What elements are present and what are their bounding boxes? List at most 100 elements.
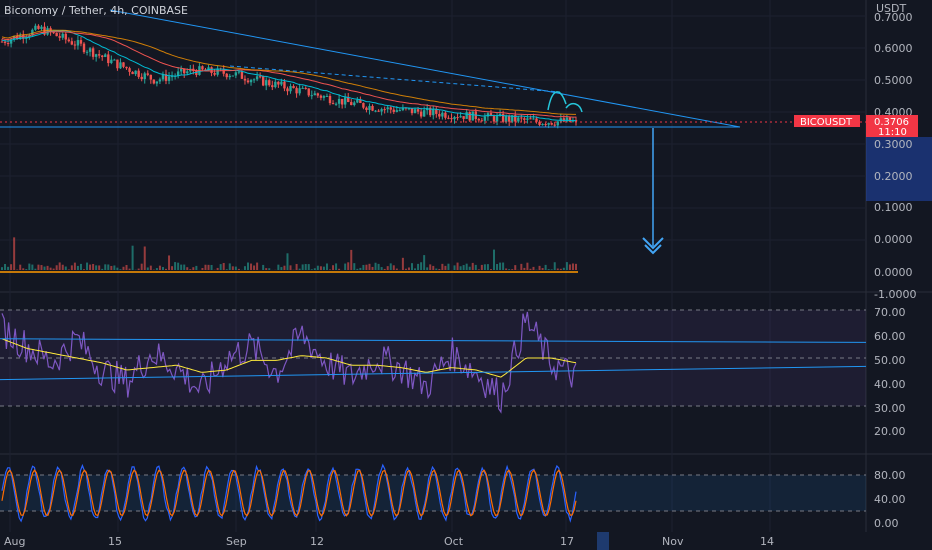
candle-body	[413, 109, 417, 114]
volume-bar	[7, 266, 10, 270]
volume-bar	[131, 245, 134, 270]
candle-body	[383, 109, 386, 111]
candle-body	[422, 110, 426, 117]
volume-bar	[359, 267, 362, 270]
candle-body	[125, 66, 128, 69]
chart-canvas[interactable]: Biconomy / Tether, 4h, COINBASE USDT 0.7…	[0, 0, 932, 550]
volume-bar	[344, 263, 347, 270]
volume-bar	[523, 267, 526, 270]
candle-body	[231, 75, 235, 77]
volume-bar	[404, 268, 407, 270]
candle-body	[246, 80, 250, 83]
volume-bar	[377, 263, 380, 270]
candle-body	[362, 102, 365, 108]
volume-bar	[483, 264, 486, 270]
candle-body	[73, 44, 77, 46]
volume-bar	[371, 266, 374, 270]
candle-body	[307, 88, 310, 96]
candle-body	[389, 107, 392, 110]
volume-bar	[298, 268, 301, 270]
volume-bar	[64, 266, 67, 270]
volume-bar	[556, 268, 559, 270]
volume-bar	[562, 267, 565, 270]
candle-body	[128, 68, 131, 72]
volume-bar	[313, 268, 316, 270]
candle-body	[450, 118, 453, 120]
volume-bar	[441, 263, 444, 270]
volume-bar	[67, 269, 70, 270]
volume-bar	[374, 262, 377, 270]
candle-body	[119, 62, 122, 69]
candle-body	[298, 88, 301, 94]
volume-bar	[52, 268, 55, 270]
candle-body	[340, 98, 344, 105]
candle-body	[131, 71, 134, 75]
volume-bar	[250, 263, 253, 270]
candle-body	[353, 102, 356, 106]
volume-bar	[13, 237, 16, 270]
volume-bar	[310, 269, 313, 270]
price-tick: 0.5000	[874, 74, 913, 87]
volume-bar	[532, 266, 535, 270]
volume-bar	[25, 269, 28, 270]
volume-bar	[438, 268, 441, 270]
volume-bar	[104, 264, 107, 270]
volume-bar	[168, 255, 171, 270]
rsi-tick: 40.00	[874, 378, 906, 391]
volume-bar	[480, 264, 483, 270]
candle-body	[365, 107, 368, 111]
volume-bar	[146, 267, 149, 270]
volume-bar	[174, 262, 177, 270]
candle-body	[523, 118, 526, 120]
candle-body	[101, 55, 104, 57]
volume-bar	[10, 264, 13, 270]
volume-bar	[538, 265, 541, 270]
volume-bar	[28, 263, 31, 270]
rsi-tick: 30.00	[874, 402, 906, 415]
volume-bar	[280, 267, 283, 270]
candle-body	[535, 118, 538, 122]
volume-bar	[541, 268, 544, 270]
volume-bar	[499, 262, 502, 270]
volume-bar	[514, 265, 517, 270]
candle-body	[350, 102, 353, 106]
candle-body	[91, 48, 95, 57]
volume-bar	[128, 268, 131, 270]
volume-bar	[180, 264, 183, 270]
rsi-tick: 50.00	[874, 354, 906, 367]
time-tick: 15	[108, 535, 122, 548]
chart-root[interactable]: Biconomy / Tether, 4h, COINBASE USDT 0.7…	[0, 0, 932, 550]
candle-body	[465, 112, 468, 119]
volume-bar	[411, 263, 413, 270]
volume-bar	[86, 262, 89, 270]
volume-bar	[444, 265, 447, 270]
volume-bar	[365, 264, 368, 270]
candle-body	[255, 76, 259, 80]
candle-body	[155, 81, 159, 84]
volume-bar	[37, 264, 40, 270]
volume-bar	[165, 268, 167, 270]
volume-bar	[55, 265, 58, 270]
candle-body	[325, 95, 329, 97]
candle-body	[301, 87, 304, 89]
volume-bar	[547, 269, 550, 270]
candle-body	[495, 115, 499, 122]
volume-bar	[265, 268, 268, 270]
time-cursor-marker	[597, 532, 609, 550]
time-tick: Sep	[226, 535, 247, 548]
candle-body	[456, 117, 459, 119]
volume-bar	[301, 264, 304, 270]
volume-bar	[459, 266, 462, 270]
volume-bar	[79, 263, 82, 270]
volume-bar	[76, 265, 79, 270]
candle-body	[459, 116, 462, 118]
volume-bar	[113, 265, 116, 270]
volume-bar	[508, 269, 511, 270]
volume-bar	[456, 262, 459, 270]
volume-bar	[70, 265, 73, 270]
volume-bar	[322, 266, 325, 270]
volume-bar	[477, 269, 480, 270]
candle-body	[289, 86, 292, 92]
candle-body	[143, 73, 146, 80]
volume-bar	[426, 267, 429, 270]
